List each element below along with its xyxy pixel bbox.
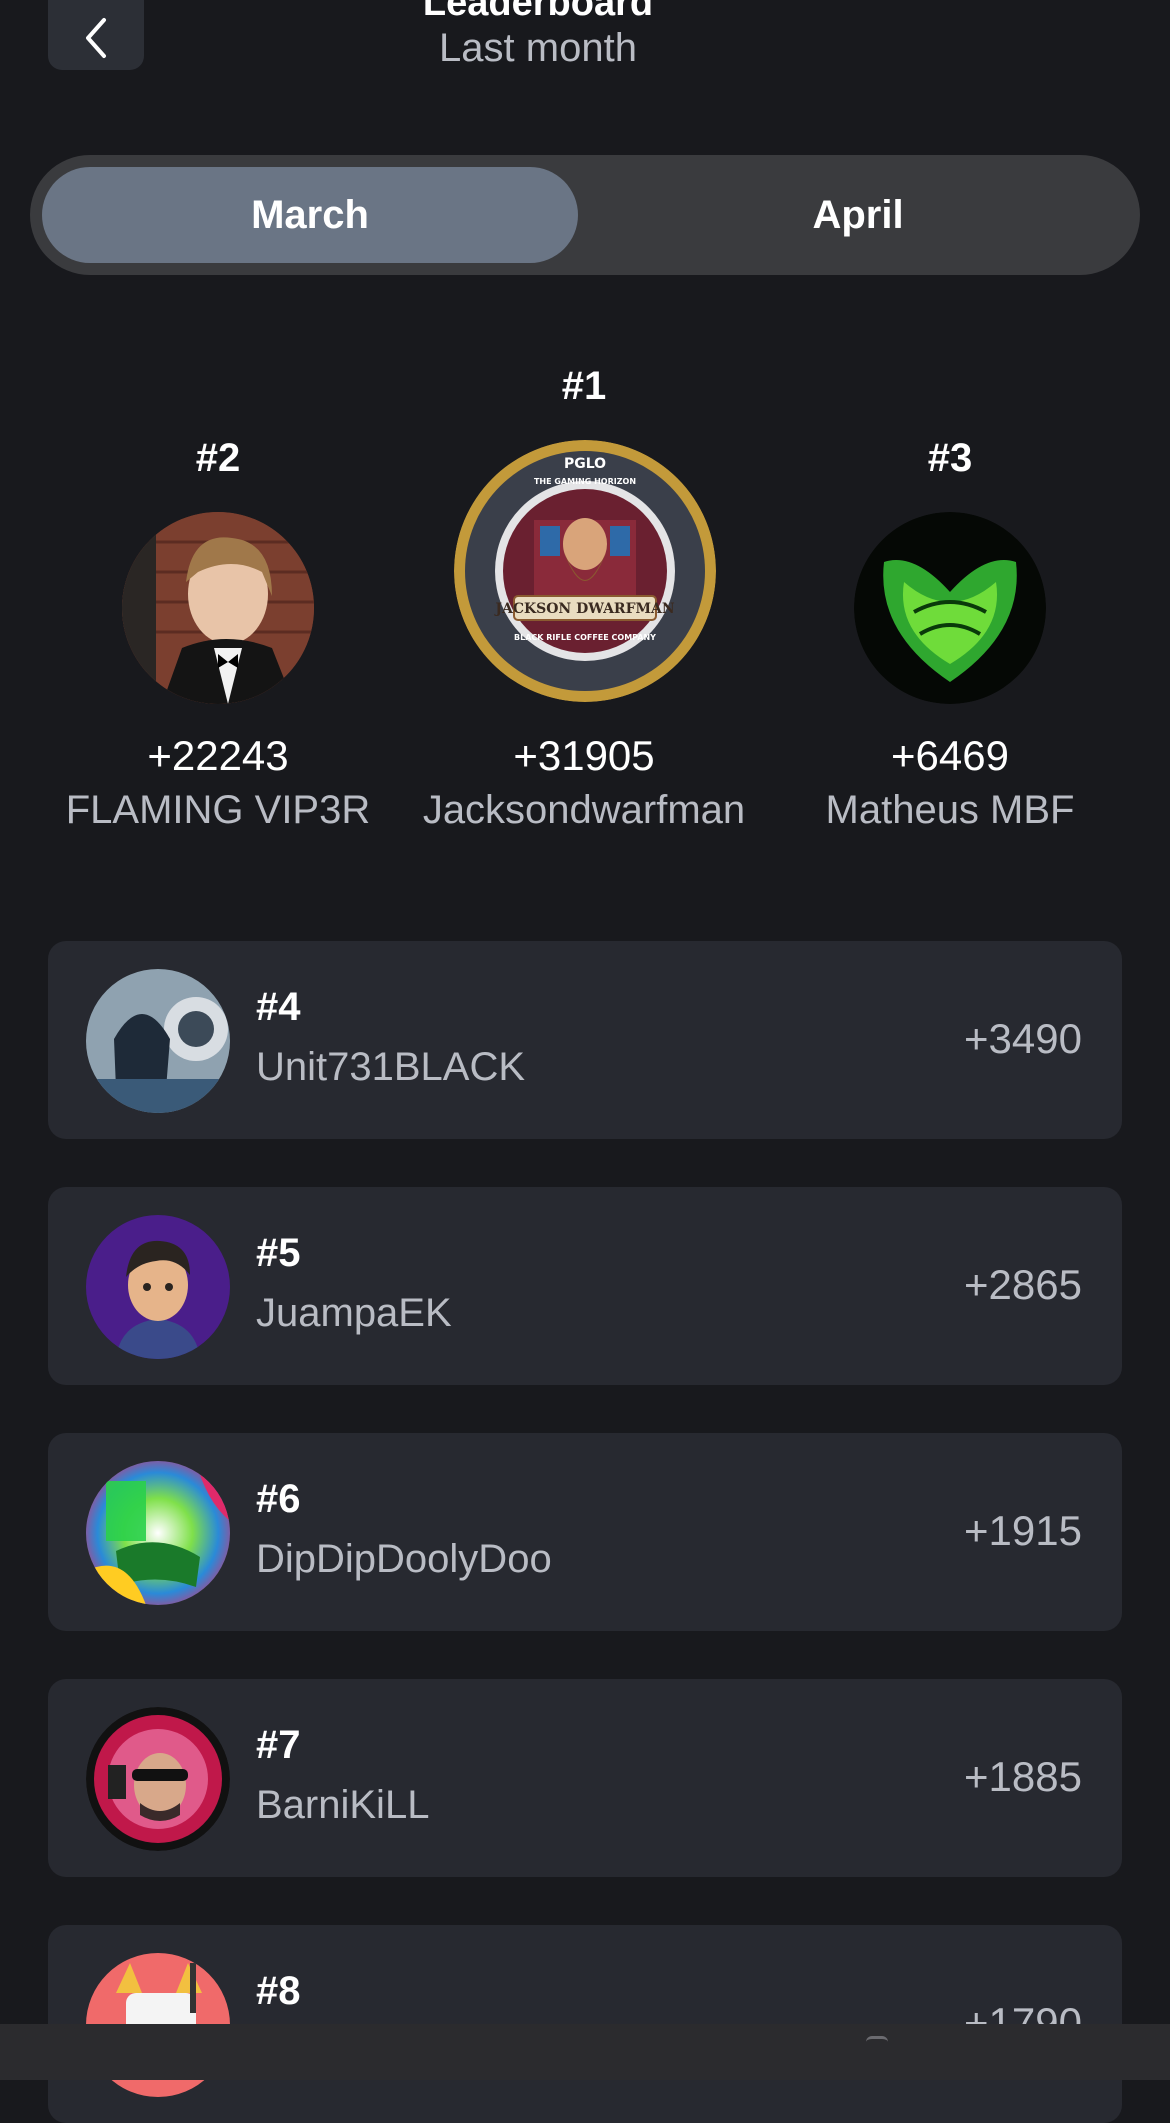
month-switcher: March April — [30, 155, 1140, 275]
avatar — [86, 969, 230, 1113]
podium-second-info: +22243 FLAMING VIP3R — [38, 732, 398, 833]
row-name: JuampaEK — [256, 1291, 452, 1335]
avatar — [86, 1215, 230, 1359]
page-subtitle: Last month — [439, 26, 637, 70]
avatar — [854, 512, 1046, 704]
row-name: DipDipDoolyDoo — [256, 1537, 552, 1581]
row-rank: #6 — [256, 1477, 301, 1521]
avatar-top-text: PGLO — [564, 456, 606, 472]
avatar: JACKSON DWARFMAN PGLO THE GAMING HORIZON… — [454, 440, 716, 702]
row-points: +2865 — [964, 1261, 1082, 1308]
row-rank: #8 — [256, 1969, 301, 2013]
row-name: Unit731BLACK — [256, 1045, 526, 1089]
page-title: Leaderboard — [422, 0, 654, 24]
podium-name: Jacksondwarfman — [422, 788, 746, 832]
avatar — [86, 1461, 230, 1605]
bottom-bar — [0, 2024, 1170, 2080]
avatar — [86, 1707, 230, 1851]
podium-points: +6469 — [891, 732, 1009, 779]
podium-third[interactable]: #3 — [790, 436, 1110, 481]
avatar-ring-text: THE GAMING HORIZON — [534, 477, 636, 486]
bottom-bar-handle — [866, 2036, 888, 2047]
row-points: +3490 — [964, 1015, 1082, 1062]
podium-rank: #1 — [561, 364, 607, 408]
podium-second[interactable]: #2 — [58, 436, 378, 481]
tab-april[interactable]: April — [590, 167, 1126, 263]
avatar — [122, 512, 314, 704]
row-rank: #4 — [256, 985, 301, 1029]
podium-name: Matheus MBF — [825, 788, 1075, 832]
list-item[interactable]: #6 DipDipDoolyDoo +1915 — [48, 1433, 1122, 1631]
podium-third-info: +6469 Matheus MBF — [770, 732, 1130, 833]
list-item[interactable]: #4 Unit731BLACK +3490 — [48, 941, 1122, 1139]
avatar-bottom-text: BLACK RIFLE COFFEE COMPANY — [514, 633, 656, 642]
podium-rank: #2 — [195, 436, 241, 480]
row-name: BarniKiLL — [256, 1783, 430, 1827]
podium-points: +31905 — [513, 732, 655, 779]
podium-name: FLAMING VIP3R — [65, 788, 371, 832]
podium-first-info: +31905 Jacksondwarfman — [404, 732, 764, 833]
row-rank: #5 — [256, 1231, 301, 1275]
avatar-banner-text: JACKSON DWARFMAN — [493, 601, 675, 617]
podium-first[interactable]: #1 — [424, 364, 744, 409]
list-item[interactable]: #5 JuampaEK +2865 — [48, 1187, 1122, 1385]
row-rank: #7 — [256, 1723, 301, 1767]
row-points: +1915 — [964, 1507, 1082, 1554]
list-item[interactable]: #7 BarniKiLL +1885 — [48, 1679, 1122, 1877]
row-points: +1885 — [964, 1753, 1082, 1800]
podium-rank: #3 — [927, 436, 973, 480]
tab-march[interactable]: March — [42, 167, 578, 263]
podium-points: +22243 — [147, 732, 289, 779]
